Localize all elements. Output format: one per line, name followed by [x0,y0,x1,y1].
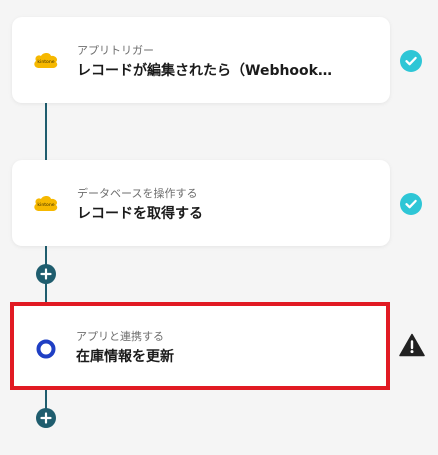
check-circle-icon [400,50,422,72]
flow-connector [45,102,47,160]
plus-icon [40,268,52,280]
flow-step-trigger[interactable]: kintone アプリトリガー レコードが編集されたら（Webhook… [12,17,390,103]
add-step-button[interactable] [36,408,56,428]
step-title: 在庫情報を更新 [76,349,174,365]
step-type-label: アプリトリガー [77,44,154,57]
svg-text:kintone: kintone [37,202,54,208]
add-step-button[interactable] [36,264,56,284]
kintone-logo: kintone [34,53,58,68]
step-type-label: データベースを操作する [77,187,198,200]
warning-triangle-icon [399,333,425,357]
step-type-label: アプリと連携する [76,330,164,343]
check-circle-icon [400,193,422,215]
step-title: レコードが編集されたら（Webhook… [77,63,332,79]
step-title: レコードを取得する [77,206,203,222]
plus-icon [40,412,52,424]
app-ring-icon [36,339,56,359]
flow-step-get-record[interactable]: kintone データベースを操作する レコードを取得する [12,160,390,246]
kintone-logo: kintone [34,196,58,211]
flow-step-update-inventory[interactable]: アプリと連携する 在庫情報を更新 [10,302,390,390]
svg-text:kintone: kintone [37,59,54,65]
